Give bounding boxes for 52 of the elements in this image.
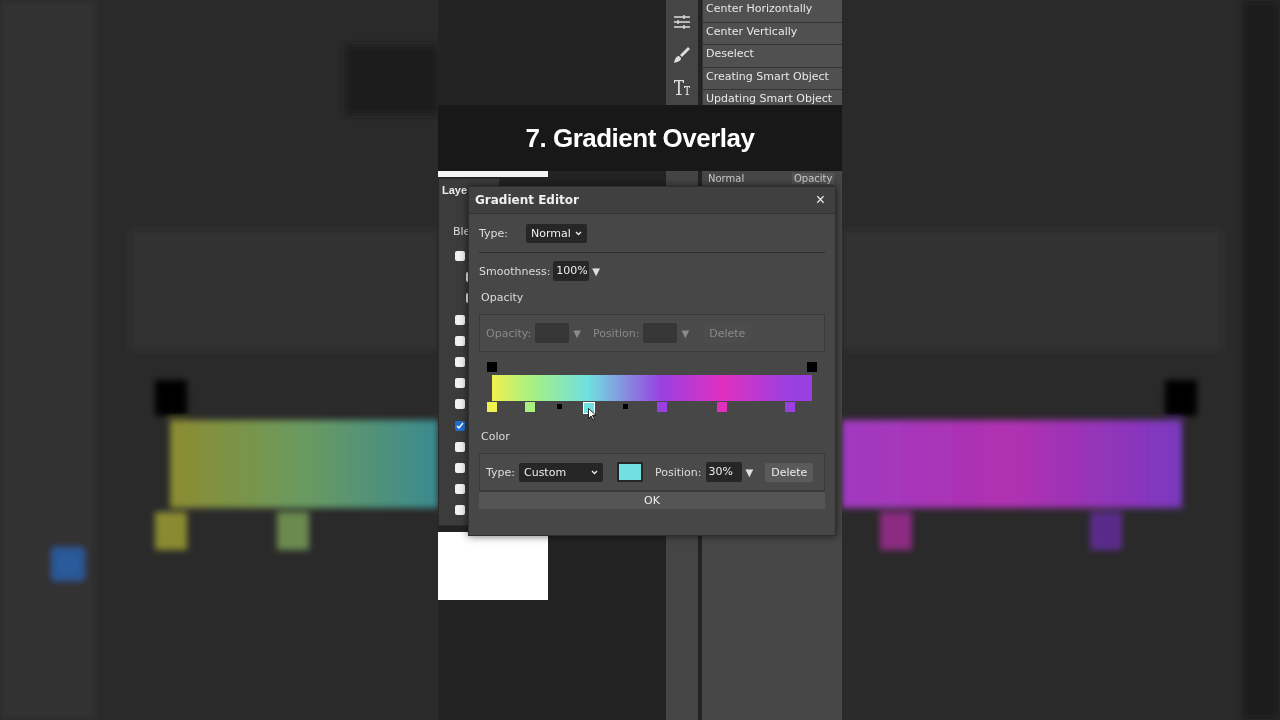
text-tool-icon[interactable] — [672, 77, 692, 97]
blend-mode-select[interactable]: Normal — [702, 173, 786, 184]
chevron-icon — [591, 469, 598, 475]
type-select[interactable]: Normal — [526, 224, 587, 243]
opacity-label: Opacity — [792, 173, 835, 184]
color-type-select[interactable]: Custom — [519, 462, 603, 482]
position-label: Position: — [592, 326, 640, 340]
smoothness-label: Smoothness: — [479, 264, 551, 278]
checkbox[interactable] — [455, 251, 465, 261]
type-label: Type: — [486, 465, 515, 479]
chevron-icon — [574, 231, 582, 236]
color-stop[interactable] — [717, 402, 728, 412]
brush-icon[interactable] — [672, 45, 692, 65]
checkbox[interactable] — [455, 314, 465, 325]
menu-item[interactable]: Creating Smart Object — [702, 67, 842, 91]
checkbox[interactable] — [455, 335, 465, 346]
checkbox[interactable] — [455, 505, 465, 516]
checkbox[interactable] — [455, 378, 465, 389]
window-title: Laye — [442, 184, 468, 196]
opacity-label: Opacity: — [486, 326, 532, 340]
dialog-title: Gradient Editor — [475, 193, 579, 207]
caption-title: 7. Gradient Overlay — [525, 122, 755, 154]
midpoint-marker[interactable] — [557, 404, 563, 409]
checkbox[interactable] — [455, 420, 465, 431]
color-stop[interactable] — [784, 402, 795, 412]
smoothness-field[interactable]: 100% — [553, 261, 590, 281]
cursor-icon — [588, 408, 597, 421]
dropdown-arrow[interactable]: ▼ — [745, 466, 754, 478]
checkbox[interactable] — [455, 441, 465, 452]
menu-item[interactable]: Deselect — [702, 45, 842, 68]
type-label: Type: — [479, 227, 508, 240]
midpoint-marker[interactable] — [622, 404, 628, 409]
checkbox[interactable] — [455, 357, 465, 367]
check-icon — [456, 421, 464, 430]
color-stop[interactable] — [525, 402, 536, 412]
ok-button[interactable]: OK — [479, 491, 825, 509]
menu-item[interactable]: Center Horizontally — [702, 0, 842, 23]
checkbox[interactable] — [455, 463, 465, 473]
color-stop[interactable] — [656, 402, 667, 412]
position-field[interactable]: 30% — [705, 462, 742, 482]
color-stop[interactable] — [487, 402, 497, 412]
checkbox[interactable] — [455, 484, 465, 495]
dropdown-arrow[interactable]: ▼ — [592, 265, 601, 277]
position-label: Position: — [655, 465, 702, 479]
delete-button[interactable]: Delete — [765, 462, 814, 482]
section-title: Color — [481, 430, 511, 443]
close-button[interactable]: × — [811, 191, 829, 209]
color-swatch[interactable] — [617, 462, 643, 482]
section-title: Opacity — [481, 291, 525, 304]
checkbox[interactable] — [455, 399, 465, 410]
sliders-icon[interactable] — [672, 12, 692, 32]
menu-item[interactable]: Center Vertically — [702, 22, 842, 46]
